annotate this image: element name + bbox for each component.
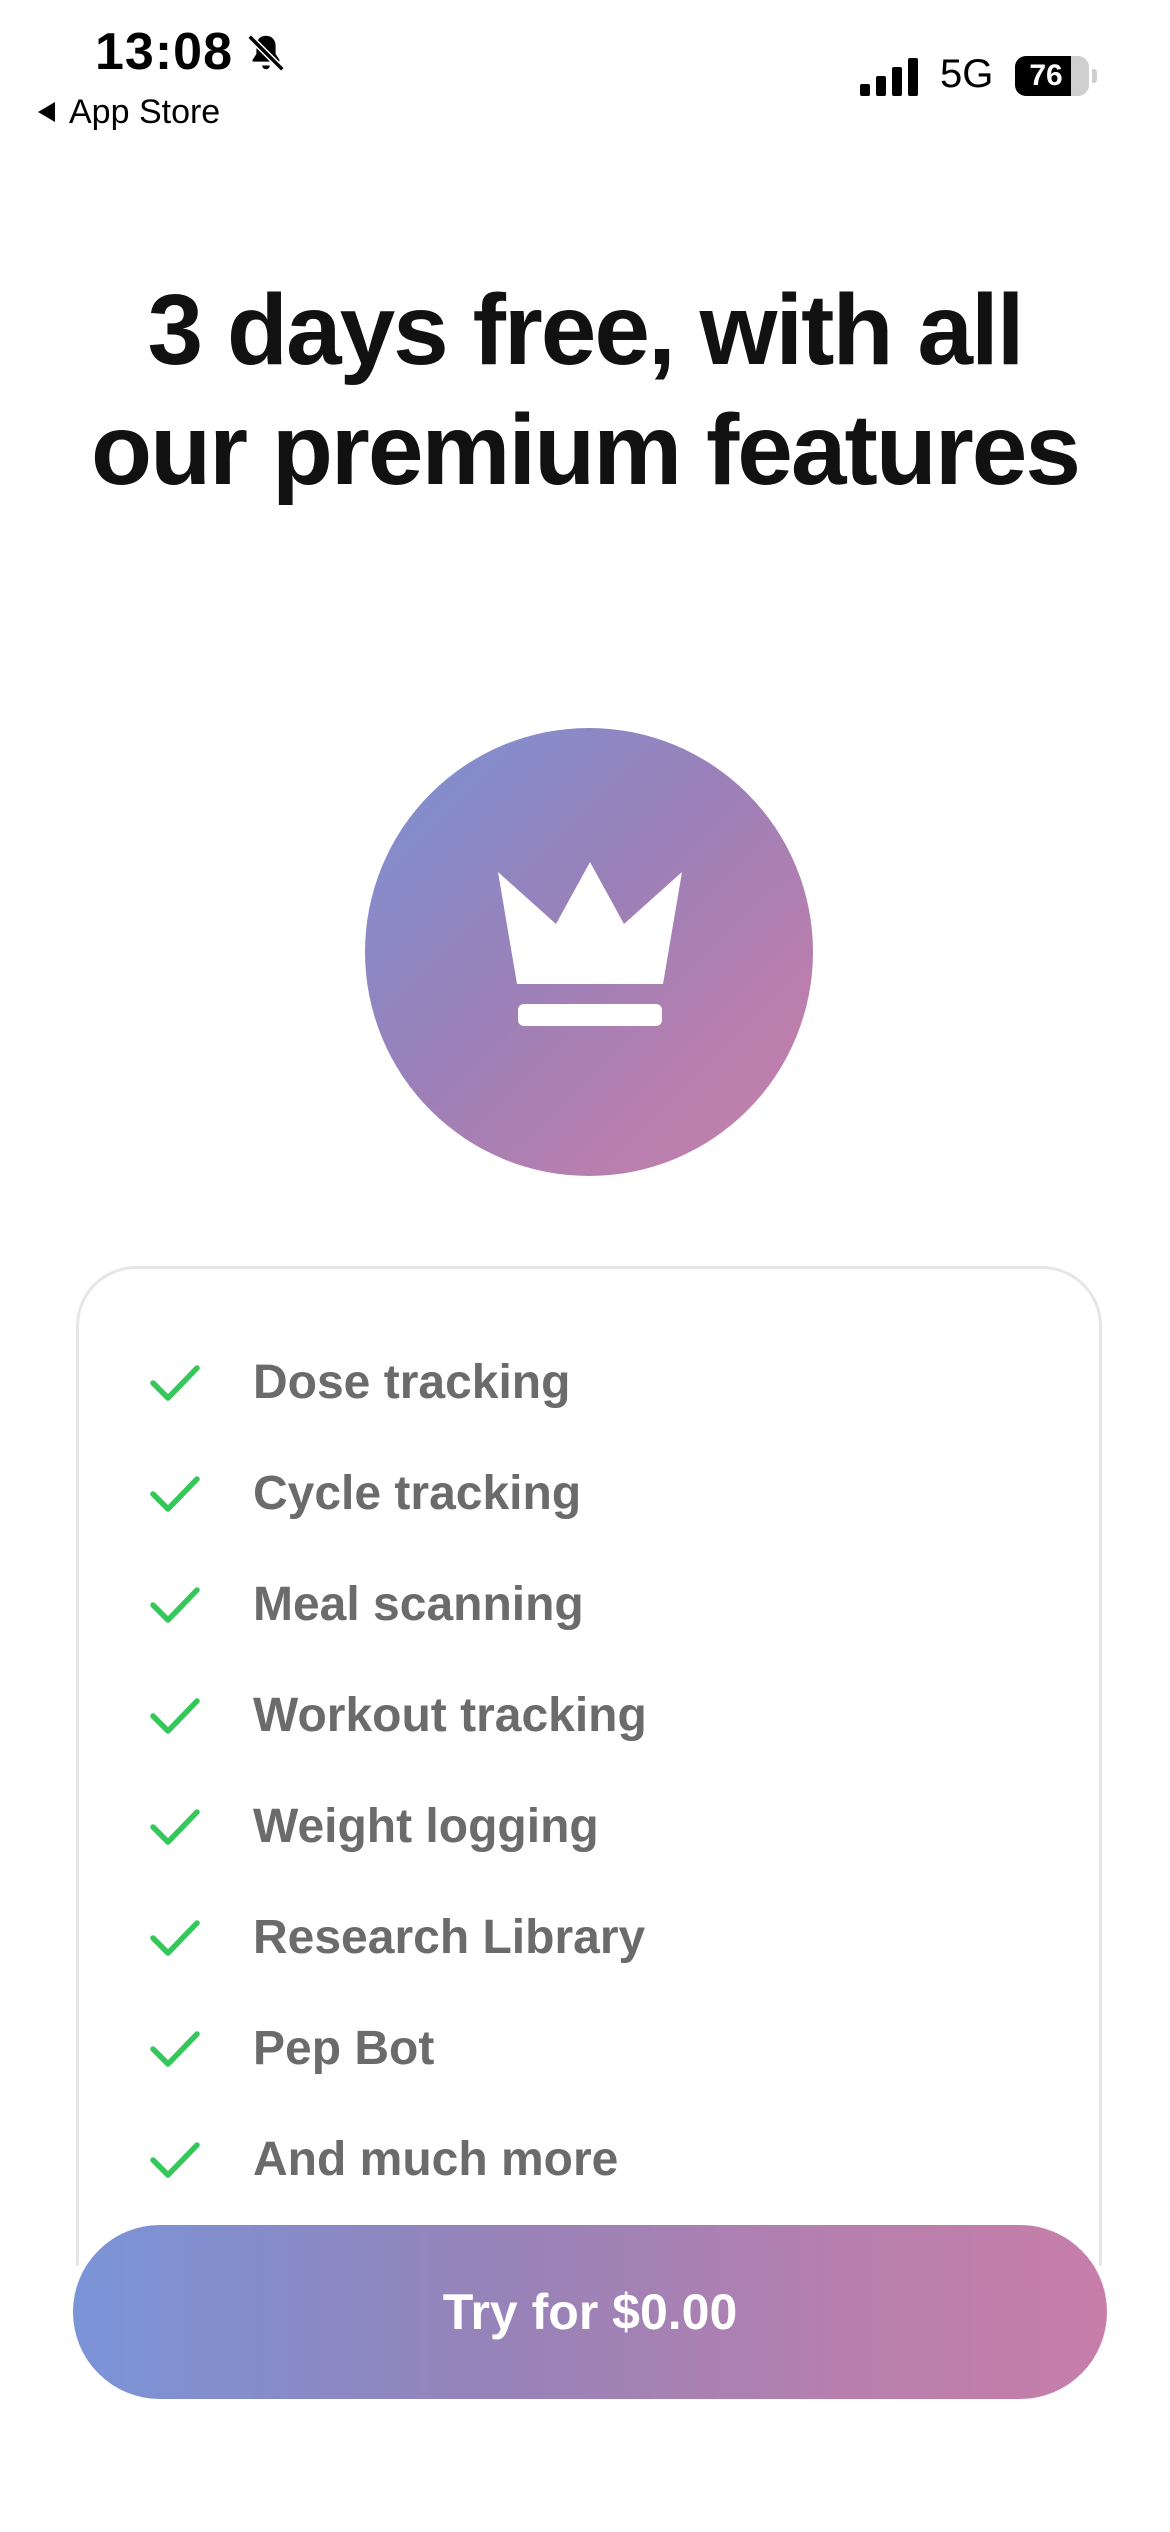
- feature-item: Weight logging: [149, 1771, 647, 1882]
- feature-label: Workout tracking: [253, 1689, 647, 1742]
- page-title: 3 days free, with all our premium featur…: [90, 274, 1081, 506]
- back-arrow-icon: [38, 102, 55, 122]
- feature-item: Research Library: [149, 1882, 647, 1993]
- feature-item: Workout tracking: [149, 1660, 647, 1771]
- feature-item: Meal scanning: [149, 1549, 647, 1660]
- back-to-app-store[interactable]: App Store: [38, 92, 220, 132]
- check-icon: [150, 2030, 200, 2067]
- feature-label: Cycle tracking: [253, 1467, 582, 1520]
- status-time: 13:08: [95, 23, 233, 81]
- check-icon: [150, 1586, 200, 1623]
- check-icon: [150, 1364, 200, 1401]
- feature-label: And much more: [253, 2133, 619, 2186]
- feature-item: And much more: [149, 2104, 647, 2215]
- network-type: 5G: [940, 52, 994, 96]
- try-free-button[interactable]: Try for $0.00: [73, 2225, 1107, 2399]
- feature-list: Dose tracking Cycle tracking Meal scanning…: [149, 1327, 647, 2215]
- check-icon: [150, 1475, 200, 1512]
- feature-label: Research Library: [253, 1911, 646, 1964]
- premium-badge: [365, 728, 813, 1176]
- battery-icon: 76: [1015, 56, 1097, 96]
- feature-item: Pep Bot: [149, 1993, 647, 2104]
- bell-slash-icon: [247, 34, 285, 72]
- signal-bars-icon: [860, 58, 918, 96]
- feature-item: Dose tracking: [149, 1327, 647, 1438]
- crown-icon: [498, 862, 682, 1026]
- battery-percent: 76: [1029, 59, 1063, 92]
- feature-label: Dose tracking: [253, 1356, 571, 1409]
- check-icon: [150, 1808, 200, 1845]
- feature-item: Cycle tracking: [149, 1438, 647, 1549]
- check-icon: [150, 2141, 200, 2178]
- feature-label: Meal scanning: [253, 1578, 584, 1631]
- features-card: Dose tracking Cycle tracking Meal scanning…: [76, 1266, 1102, 2266]
- check-icon: [150, 1697, 200, 1734]
- feature-label: Pep Bot: [253, 2022, 435, 2075]
- check-icon: [150, 1919, 200, 1956]
- back-label: App Store: [69, 92, 221, 131]
- feature-label: Weight logging: [253, 1800, 599, 1853]
- status-bar: 13:08 App Store 5G 76: [0, 0, 1170, 150]
